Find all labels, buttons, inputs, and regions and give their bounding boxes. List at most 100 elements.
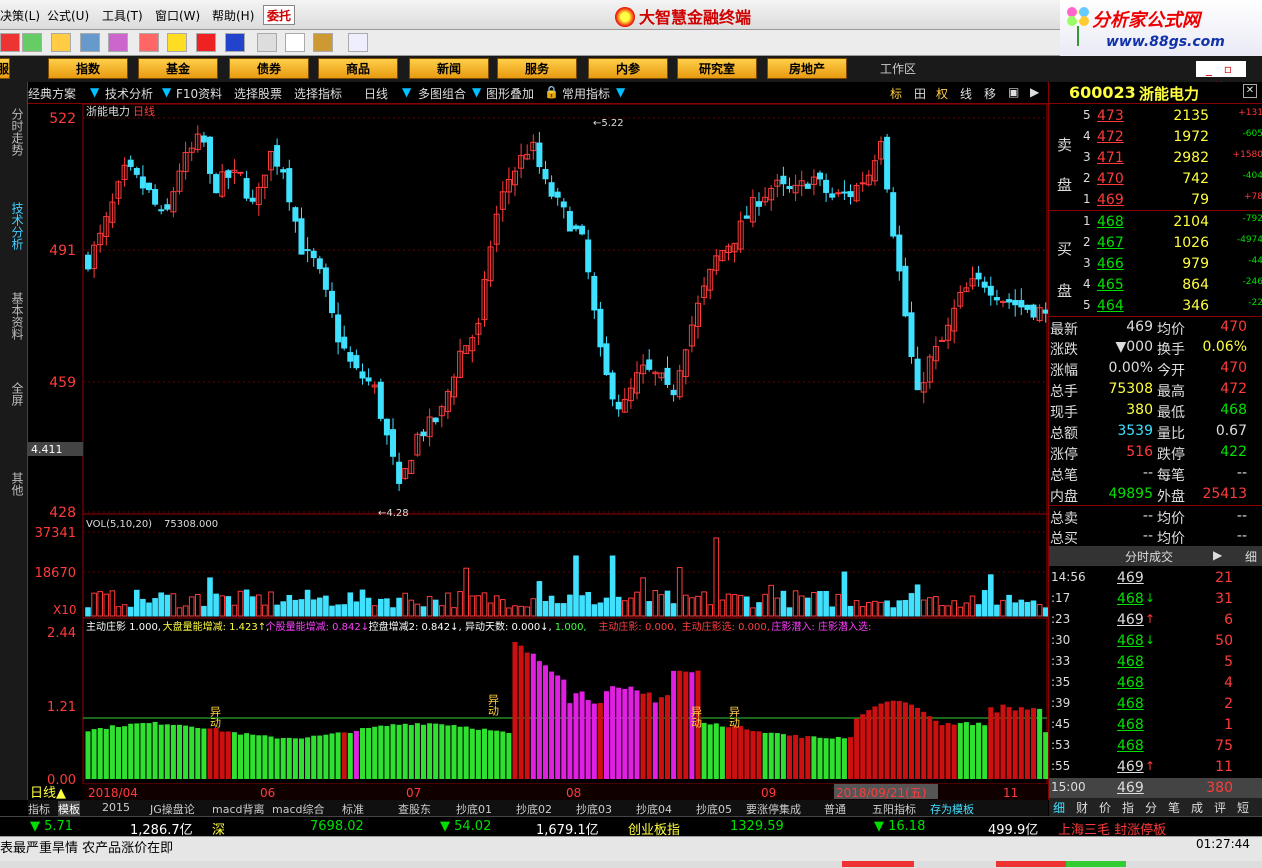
dropdown-arrow-icon[interactable]: ▼ <box>472 85 481 99</box>
volume-bar <box>359 589 366 617</box>
chart-btn-scheme[interactable]: 经典方案 <box>28 85 76 102</box>
chart-btn-move[interactable]: 移 <box>984 85 996 102</box>
quote-tab[interactable]: 短 <box>1237 799 1249 816</box>
cat-tab-commodity[interactable]: 商品 <box>318 58 398 79</box>
indicator-tab[interactable]: 要涨停集成 <box>746 801 801 817</box>
cat-tab-fund[interactable]: 基金 <box>138 58 218 79</box>
quote-tab[interactable]: 评 <box>1214 799 1226 816</box>
cat-tab-0[interactable]: 服 <box>0 58 10 79</box>
quote-tab[interactable]: 财 <box>1076 799 1088 816</box>
ticker-item[interactable]: ▼ 54.02 <box>440 819 491 834</box>
menu-decision[interactable]: 决策(L) <box>0 7 40 24</box>
chart-btn-rights[interactable]: 权 <box>936 85 948 102</box>
chart-btn-overlay[interactable]: 图形叠加 <box>486 85 534 102</box>
toolbar-s-icon[interactable] <box>0 33 20 52</box>
quote-tab[interactable]: 细 <box>1053 799 1065 816</box>
chart-btn-tech[interactable]: 技术分析 <box>105 85 153 102</box>
cat-tab-insider[interactable]: 内参 <box>588 58 668 79</box>
news-scroller[interactable]: 表最严重旱情 农产品涨价在即 <box>0 837 173 856</box>
toolbar-diamond-icon[interactable] <box>167 33 187 52</box>
indicator-tab[interactable]: JG操盘论 <box>150 801 195 817</box>
ticker-item[interactable]: 1329.59 <box>730 819 784 834</box>
indicator-tab[interactable]: 抄底01 <box>456 801 492 817</box>
quote-tab[interactable]: 指 <box>1122 799 1134 816</box>
cat-tab-realestate[interactable]: 房地产 <box>767 58 847 79</box>
kline-chart[interactable]: 522 491 459 428 4.411 浙能电力 日线 ←5.22 ←4.28 37341 18… <box>28 104 1048 800</box>
indicator-tab[interactable]: 抄底04 <box>636 801 672 817</box>
left-tab-fundamental[interactable]: 基本资料 <box>9 292 24 340</box>
dropdown-arrow-icon[interactable]: ▼ <box>402 85 411 99</box>
indicator-tab[interactable]: 抄底05 <box>696 801 732 817</box>
indicator-tab[interactable]: macd综合 <box>272 801 325 817</box>
workspace-label[interactable]: 工作区 <box>880 60 916 77</box>
menu-help[interactable]: 帮助(H) <box>212 7 254 24</box>
chart-btn-f10[interactable]: F10资料 <box>176 85 222 102</box>
menu-window[interactable]: 窗口(W) <box>155 7 200 24</box>
menu-formula[interactable]: 公式(U) <box>47 7 89 24</box>
indicator-tab[interactable]: 模板 <box>58 801 80 817</box>
toolbar-print-icon[interactable] <box>257 33 277 52</box>
indicator-tab[interactable]: 普通 <box>824 801 846 817</box>
restore-icon[interactable]: ▣ <box>1008 85 1019 99</box>
grid-icon[interactable]: 田 <box>914 85 926 102</box>
banner-url[interactable]: www.88gs.com <box>1106 34 1225 50</box>
lock-icon[interactable]: 🔒 <box>544 85 559 99</box>
ticker-item[interactable]: 7698.02 <box>310 819 364 834</box>
cat-tab-index[interactable]: 指数 <box>48 58 128 79</box>
toolbar-blue-circle-icon[interactable] <box>225 33 245 52</box>
cat-tab-service[interactable]: 服务 <box>497 58 577 79</box>
dropdown-arrow-icon[interactable]: ▼ <box>616 85 625 99</box>
toolbar-list-icon[interactable] <box>51 33 71 52</box>
panel-toggle-icon[interactable]: ▶ <box>1030 85 1039 99</box>
volume-bar <box>310 599 317 617</box>
indicator-tab[interactable]: 抄底03 <box>576 801 612 817</box>
chart-btn-mark[interactable]: 标 <box>890 85 902 102</box>
indicator-tab[interactable]: 五阳指标 <box>872 801 916 817</box>
toolbar-quote-icon[interactable] <box>22 33 42 52</box>
ticker-item[interactable]: ▼ 16.18 <box>874 819 925 834</box>
indicator-tab[interactable]: 存为模板 <box>930 801 974 817</box>
indicator-tab[interactable]: macd背离 <box>212 801 265 817</box>
left-tab-technical[interactable]: 技术分析 <box>9 202 24 250</box>
quote-tab[interactable]: 分 <box>1145 799 1157 816</box>
chart-btn-select-stock[interactable]: 选择股票 <box>234 85 282 102</box>
chart-btn-multi[interactable]: 多图组合 <box>418 85 466 102</box>
tick-volume: 11 <box>1215 759 1233 775</box>
indicator-tab[interactable]: 指标 <box>28 801 50 817</box>
toolbar-broadcast-icon[interactable] <box>108 33 128 52</box>
indicator-tab[interactable]: 2015 <box>102 801 130 814</box>
left-tab-timeshare[interactable]: 分时走势 <box>9 108 24 156</box>
indicator-tab[interactable]: 查股东 <box>398 801 431 817</box>
cat-tab-research[interactable]: 研究室 <box>677 58 757 79</box>
indicator-tab[interactable]: 标准 <box>342 801 364 817</box>
weituo-button[interactable]: 委托 <box>263 5 296 25</box>
ticker-item[interactable]: ▼ 5.71 <box>30 819 73 834</box>
toolbar-red-circle-icon[interactable] <box>196 33 216 52</box>
toolbar-books-icon[interactable] <box>313 33 333 52</box>
dropdown-arrow-icon[interactable]: ▼ <box>90 85 99 99</box>
chart-btn-period[interactable]: 日线 <box>364 85 388 102</box>
indicator-tab[interactable]: 抄底02 <box>516 801 552 817</box>
chart-btn-line[interactable]: 线 <box>960 85 972 102</box>
left-tab-fullscreen[interactable]: 全屏 <box>9 382 24 406</box>
cat-tab-bond[interactable]: 债券 <box>229 58 309 79</box>
quote-tab[interactable]: 成 <box>1191 799 1203 816</box>
quote-tab[interactable]: 笔 <box>1168 799 1180 816</box>
window-controls[interactable]: _ ▫ ✕ <box>1196 61 1246 92</box>
toolbar-window-icon[interactable] <box>285 33 305 52</box>
left-tab-other[interactable]: 其他 <box>9 472 24 496</box>
toolbar-binoculars-icon[interactable] <box>80 33 100 52</box>
toolbar-help-icon[interactable] <box>348 33 368 52</box>
stat-row: 最新 469 均价 470 <box>1049 316 1262 338</box>
toolbar-alert-icon[interactable] <box>139 33 159 52</box>
close-icon[interactable]: ✕ <box>1243 84 1257 98</box>
menu-tools[interactable]: 工具(T) <box>102 7 143 24</box>
indicator-bar <box>347 733 353 779</box>
volume-bar <box>384 598 390 617</box>
candle-body <box>420 431 427 437</box>
dropdown-arrow-icon[interactable]: ▼ <box>162 85 171 99</box>
cat-tab-news[interactable]: 新闻 <box>409 58 489 79</box>
chart-btn-select-indicator[interactable]: 选择指标 <box>294 85 342 102</box>
quote-tab[interactable]: 价 <box>1099 799 1111 816</box>
chart-btn-common[interactable]: 常用指标 <box>562 85 610 102</box>
